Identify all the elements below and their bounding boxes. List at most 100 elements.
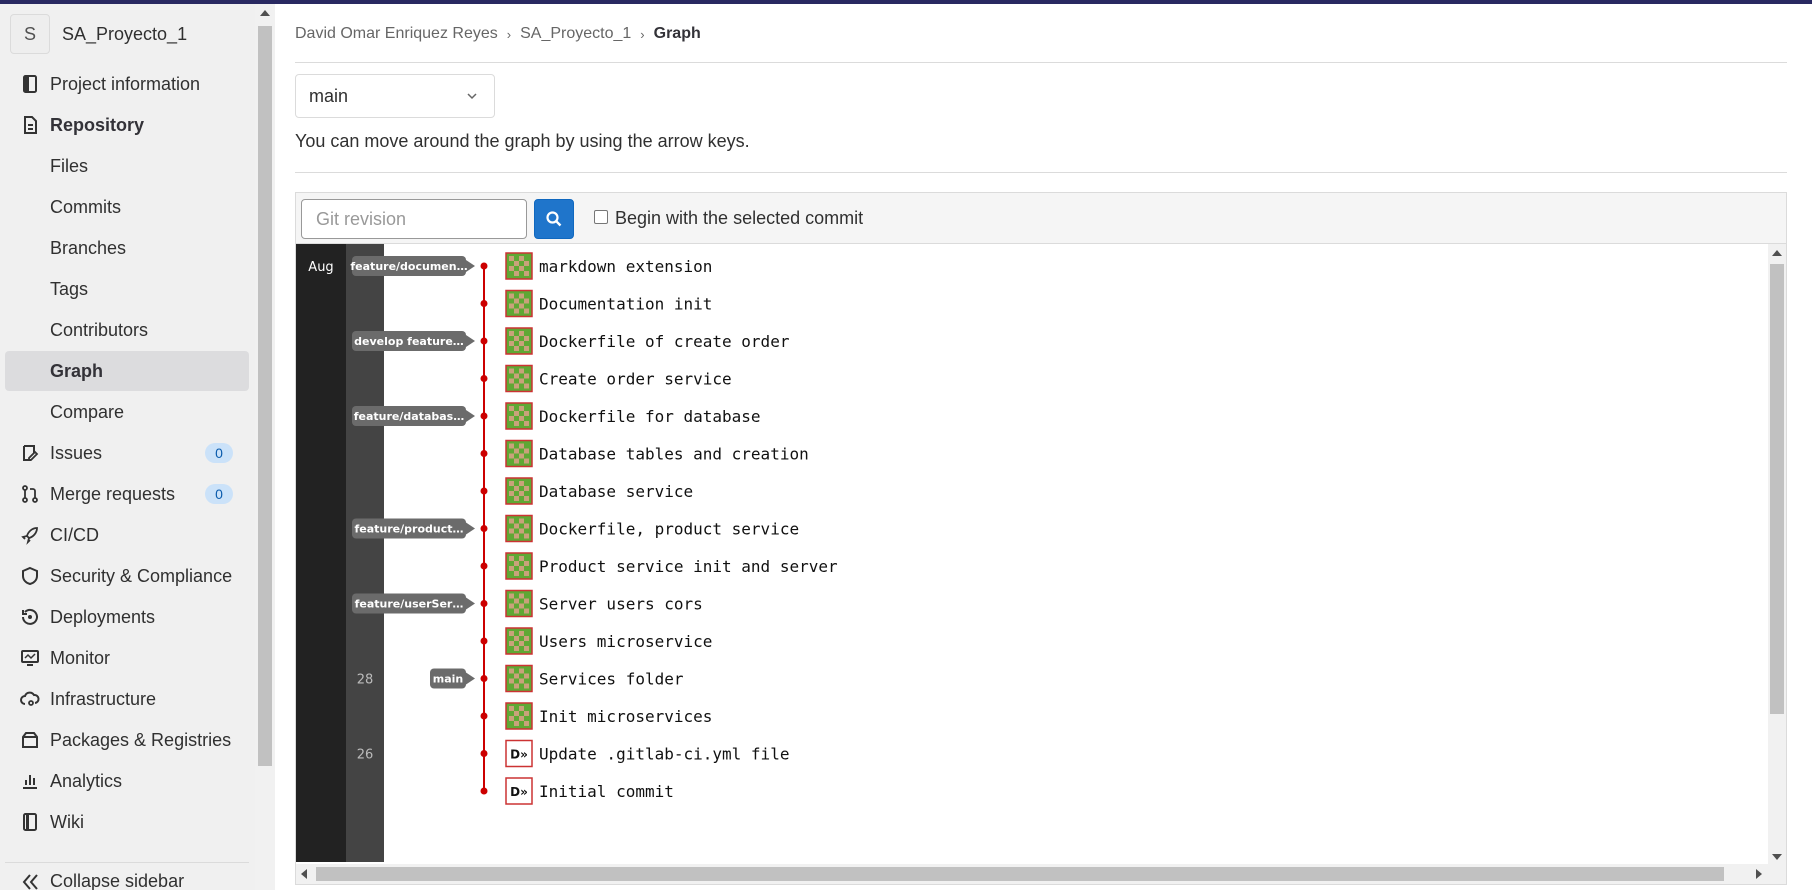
sidebar-item-label: Deployments bbox=[50, 606, 156, 627]
rocket-icon bbox=[21, 527, 38, 545]
commit-dot bbox=[480, 525, 488, 532]
commit-dot bbox=[480, 562, 488, 570]
sidebar-item-packages-registries[interactable]: Packages & Registries bbox=[5, 720, 249, 760]
graph-horizontal-scrollbar[interactable] bbox=[296, 864, 1786, 884]
sidebar-item-tags[interactable]: Tags bbox=[5, 269, 249, 309]
sidebar-item-analytics[interactable]: Analytics bbox=[5, 761, 249, 801]
scrollbar-thumb[interactable] bbox=[316, 867, 1724, 881]
avatar-pattern bbox=[514, 636, 519, 641]
sidebar-item-deployments[interactable]: Deployments bbox=[5, 597, 249, 637]
avatar-pattern bbox=[519, 331, 524, 336]
breadcrumb: David Omar Enriquez Reyes › SA_Proyecto_… bbox=[295, 24, 701, 44]
avatar-pattern bbox=[514, 411, 519, 416]
avatar-pattern bbox=[514, 561, 519, 566]
commit-message: Users microservice bbox=[539, 632, 712, 651]
avatar-pattern bbox=[509, 668, 514, 674]
scrollbar-thumb[interactable] bbox=[1770, 264, 1784, 714]
commit-dot bbox=[480, 412, 488, 420]
commit-message: Init microservices bbox=[539, 707, 712, 726]
merge-requests-count-badge: 0 bbox=[205, 484, 233, 504]
sidebar-scrollbar[interactable] bbox=[255, 4, 275, 890]
scroll-right-arrow[interactable] bbox=[1756, 869, 1762, 879]
avatar-pattern bbox=[519, 341, 524, 346]
sidebar-item-project-information[interactable]: Project information bbox=[5, 64, 249, 104]
sidebar-item-files[interactable]: Files bbox=[5, 146, 249, 186]
search-button[interactable] bbox=[534, 199, 574, 239]
breadcrumb-current[interactable]: Graph bbox=[654, 25, 701, 43]
avatar-pattern bbox=[519, 368, 524, 374]
avatar-pattern bbox=[514, 346, 519, 351]
avatar-pattern bbox=[519, 716, 524, 721]
commit-graph[interactable]: Aug feature/documen… markdown extension Doc… bbox=[296, 244, 1768, 862]
sidebar-item-commits[interactable]: Commits bbox=[5, 187, 249, 227]
avatar-pattern bbox=[524, 721, 529, 726]
avatar-pattern bbox=[519, 266, 524, 271]
avatar-pattern bbox=[524, 383, 529, 389]
collapse-sidebar-button[interactable]: Collapse sidebar bbox=[5, 862, 249, 890]
avatar-pattern bbox=[514, 598, 519, 604]
sidebar-item-compare[interactable]: Compare bbox=[5, 392, 249, 432]
avatar-pattern bbox=[524, 261, 529, 266]
avatar-pattern bbox=[519, 706, 524, 711]
avatar-pattern bbox=[524, 298, 529, 304]
sidebar-item-security-compliance[interactable]: Security & Compliance bbox=[5, 556, 249, 596]
sidebar-item-wiki[interactable]: Wiki bbox=[5, 802, 249, 842]
chevron-down-icon bbox=[467, 93, 477, 100]
scroll-up-arrow[interactable] bbox=[260, 10, 270, 16]
project-header[interactable]: S SA_Proyecto_1 bbox=[10, 14, 187, 54]
avatar-pattern bbox=[519, 593, 524, 599]
sidebar-item-merge-requests[interactable]: Merge requests 0 bbox=[5, 474, 249, 514]
sidebar-item-branches[interactable]: Branches bbox=[5, 228, 249, 268]
commit-dot bbox=[480, 787, 488, 795]
avatar-pattern bbox=[509, 603, 514, 609]
shield-icon bbox=[22, 566, 38, 586]
breadcrumb-owner[interactable]: David Omar Enriquez Reyes bbox=[295, 25, 498, 43]
avatar-pattern bbox=[509, 266, 514, 271]
sidebar-item-label: Project information bbox=[50, 73, 201, 94]
avatar-pattern bbox=[519, 528, 524, 534]
avatar-pattern bbox=[514, 336, 519, 341]
begin-with-selected-checkbox[interactable] bbox=[594, 210, 608, 224]
git-revision-input[interactable] bbox=[301, 199, 527, 239]
branch-selector-value: main bbox=[309, 86, 349, 106]
avatar-pattern bbox=[509, 406, 514, 411]
avatar-pattern bbox=[524, 608, 529, 614]
avatar-pattern bbox=[514, 421, 519, 426]
sidebar-item-graph[interactable]: Graph bbox=[5, 351, 249, 391]
breadcrumb-project[interactable]: SA_Proyecto_1 bbox=[520, 25, 631, 43]
begin-with-selected-label[interactable]: Begin with the selected commit bbox=[615, 208, 863, 229]
sidebar-item-infrastructure[interactable]: Infrastructure bbox=[5, 679, 249, 719]
commit-message: Dockerfile of create order bbox=[539, 332, 790, 351]
avatar-pattern bbox=[519, 641, 524, 646]
project-name[interactable]: SA_Proyecto_1 bbox=[62, 24, 187, 45]
sidebar-item-monitor[interactable]: Monitor bbox=[5, 638, 249, 678]
monitor-icon bbox=[21, 650, 39, 666]
avatar-pattern bbox=[509, 443, 514, 449]
scroll-down-arrow[interactable] bbox=[1772, 854, 1782, 860]
graph-vertical-scrollbar[interactable] bbox=[1768, 244, 1786, 866]
avatar-logo: D» bbox=[510, 785, 528, 799]
commit-dot bbox=[480, 262, 488, 270]
sidebar-item-repository[interactable]: Repository bbox=[5, 105, 249, 145]
avatar-pattern bbox=[509, 416, 514, 421]
avatar-pattern bbox=[524, 458, 529, 464]
ref-pointer bbox=[466, 335, 475, 347]
sidebar-item-contributors[interactable]: Contributors bbox=[5, 310, 249, 350]
sidebar-item-label: CI/CD bbox=[50, 524, 99, 545]
cloud-gear-icon bbox=[20, 691, 40, 706]
scroll-up-arrow[interactable] bbox=[1772, 250, 1782, 256]
sidebar-item-label: Security & Compliance bbox=[50, 565, 233, 586]
scrollbar-thumb[interactable] bbox=[258, 26, 272, 766]
day-label: 28 bbox=[357, 673, 374, 688]
sidebar-item-ci-cd[interactable]: CI/CD bbox=[5, 515, 249, 555]
scroll-left-arrow[interactable] bbox=[301, 869, 307, 879]
avatar-logo: D» bbox=[510, 748, 528, 762]
graph-hint: You can move around the graph by using t… bbox=[295, 131, 750, 151]
avatar-pattern bbox=[509, 631, 514, 636]
branch-selector[interactable]: main bbox=[295, 74, 495, 118]
sidebar-item-issues[interactable]: Issues 0 bbox=[5, 433, 249, 473]
avatar-pattern bbox=[514, 608, 519, 614]
avatar-pattern bbox=[514, 298, 519, 304]
graph-canvas[interactable]: Aug feature/documen… markdown extension Doc… bbox=[296, 244, 1786, 884]
avatar-pattern bbox=[509, 706, 514, 711]
